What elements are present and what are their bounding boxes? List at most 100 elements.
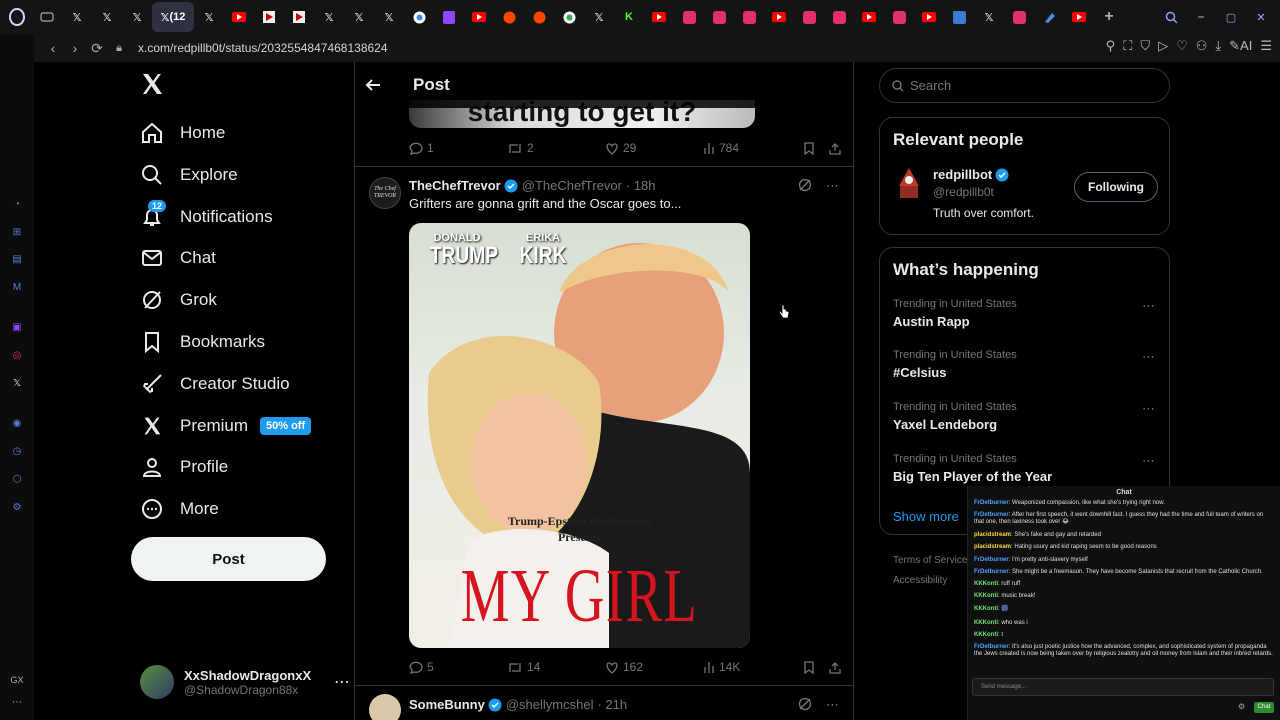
more-options-icon[interactable]: ⋯ [1142,349,1155,365]
tab-youtube-icon[interactable] [224,2,254,32]
bookmark-icon[interactable] [803,141,815,155]
nav-premium[interactable]: Premium 50% off [138,406,312,446]
views-button[interactable]: 784 [703,141,803,155]
close-window-icon[interactable]: ✕ [1246,2,1276,32]
url-field[interactable]: x.com/redpillb0t/status/2032554847468138… [138,41,388,55]
ai-icon[interactable]: ✎AI [1229,38,1252,54]
tab-youtube-icon[interactable] [914,2,944,32]
tweet-author-handle[interactable]: @TheChefTrevor [522,178,622,193]
more-options-icon[interactable]: ⋯ [826,178,839,194]
avatar[interactable]: The Chef TREVOR [369,177,401,209]
next-tweet-author-name[interactable]: SomeBunny [409,697,485,712]
chat-user[interactable]: FrDetburner [974,644,1009,650]
nav-chat[interactable]: Chat [138,238,216,278]
nav-creator-studio[interactable]: Creator Studio [138,364,290,404]
tab-reddit-icon[interactable] [494,2,524,32]
trend-item[interactable]: Trending in United States Yaxel Lendebor… [893,401,1163,432]
chat-user[interactable]: placidstream [974,544,1011,550]
accessibility-link[interactable]: Accessibility [893,575,947,586]
repost-button[interactable]: 2 [507,141,605,155]
tab-active-x[interactable]: 𝕏 (12 [152,2,194,32]
tab-edit-icon[interactable] [1034,2,1064,32]
show-more-link[interactable]: Show more [893,509,959,524]
tab-youtube-icon[interactable] [464,2,494,32]
gx-news-icon[interactable]: ▤ [9,251,25,267]
tab-youtube-icon[interactable] [1064,2,1094,32]
tab-kick-icon[interactable]: K [614,2,644,32]
tab-x-icon[interactable]: 𝕏 [374,2,404,32]
following-button[interactable]: Following [1074,172,1158,202]
terms-link[interactable]: Terms of Service [893,555,967,566]
chat-user[interactable]: KKKonti [974,620,998,626]
tab-play-icon[interactable] [254,2,284,32]
chat-settings-icon[interactable]: ⚙ [1238,702,1245,711]
tab-x-icon[interactable]: 𝕏 [92,2,122,32]
gx-x-icon[interactable]: 𝕏 [9,375,25,391]
tab-instagram-icon[interactable] [884,2,914,32]
chat-user[interactable]: placidstream [974,532,1011,538]
gx-extensions-icon[interactable]: ⬡ [9,471,25,487]
nav-grok[interactable]: Grok [138,280,217,320]
gx-player-icon[interactable]: ◉ [9,415,25,431]
chat-user[interactable]: KKKonti [974,593,998,599]
tab-youtube-icon[interactable] [854,2,884,32]
chat-send-button[interactable]: Chat [1254,702,1274,713]
more-options-icon[interactable]: ⋯ [826,697,839,713]
tab-x-icon[interactable]: 𝕏 [194,2,224,32]
gx-bag-icon[interactable]: ⊞ [9,224,25,240]
minimize-icon[interactable]: – [1186,2,1216,32]
account-icon[interactable]: ⚇ [1196,38,1208,54]
account-switcher[interactable]: XxShadowDragonxX @ShadowDragon88x ⋯ [140,662,350,702]
chat-user[interactable]: FrDetburner [974,557,1009,563]
more-options-icon[interactable]: ⋯ [1142,298,1155,314]
avatar[interactable] [893,166,925,200]
tab-instagram-icon[interactable] [1004,2,1034,32]
gx-speed-icon[interactable]: ◔ [9,196,25,212]
reload-icon[interactable]: ⟳ [86,40,108,57]
heart-icon[interactable]: ♡ [1176,38,1188,54]
repost-button[interactable]: 14 [507,660,605,674]
chat-user[interactable]: KKKonti [974,632,998,638]
gx-settings-icon[interactable]: ⚙ [9,499,25,515]
tweet-time[interactable]: · 18h [626,178,656,193]
next-tweet-author-handle[interactable]: @shellymcshel [506,697,594,712]
play-icon[interactable]: ▷ [1158,38,1168,54]
post-button[interactable]: Post [131,537,326,581]
tab-x-icon[interactable]: 𝕏 [314,2,344,32]
tab-x-icon[interactable]: 𝕏 [584,2,614,32]
tab-x-icon[interactable]: 𝕏 [974,2,1004,32]
tab-youtube-icon[interactable] [764,2,794,32]
trend-item[interactable]: Trending in United States Austin Rapp ⋯ [893,298,1163,329]
nav-explore[interactable]: Explore [138,155,238,195]
gx-instagram-icon[interactable]: ◎ [9,347,25,363]
share-icon[interactable] [829,142,841,155]
tab-instagram-icon[interactable] [824,2,854,32]
reply-button[interactable]: 1 [409,141,507,155]
nav-notifications[interactable]: 12 Notifications [138,197,273,237]
person-name[interactable]: redpillbot [933,167,992,182]
tab-twitch-icon[interactable] [434,2,464,32]
gx-history-icon[interactable]: ◷ [9,443,25,459]
tab-youtube-icon[interactable] [644,2,674,32]
tab-instagram-icon[interactable] [794,2,824,32]
tab-web-icon[interactable] [944,2,974,32]
avatar[interactable] [369,694,401,720]
shield-icon[interactable]: ⛉ [1140,38,1150,54]
tab-x-icon[interactable]: 𝕏 [122,2,152,32]
x-logo-icon[interactable] [140,72,164,96]
views-button[interactable]: 14K [703,660,803,674]
more-options-icon[interactable]: ⋯ [1142,401,1155,417]
tab-instagram-icon[interactable] [734,2,764,32]
grok-icon[interactable] [798,697,812,713]
person-handle[interactable]: @redpillb0t [933,185,994,199]
tab-game-icon[interactable] [32,2,62,32]
tab-google-icon[interactable] [404,2,434,32]
tab-instagram-icon[interactable] [674,2,704,32]
back-icon[interactable]: ‹ [42,40,64,56]
tweet-author-name[interactable]: TheChefTrevor [409,178,501,193]
maximize-icon[interactable]: ▢ [1216,2,1246,32]
nav-more[interactable]: More [138,489,219,529]
trend-item[interactable]: Trending in United States Big Ten Player… [893,453,1163,484]
trend-item[interactable]: Trending in United States #Celsius ⋯ [893,349,1163,380]
nav-home[interactable]: Home [138,113,225,153]
